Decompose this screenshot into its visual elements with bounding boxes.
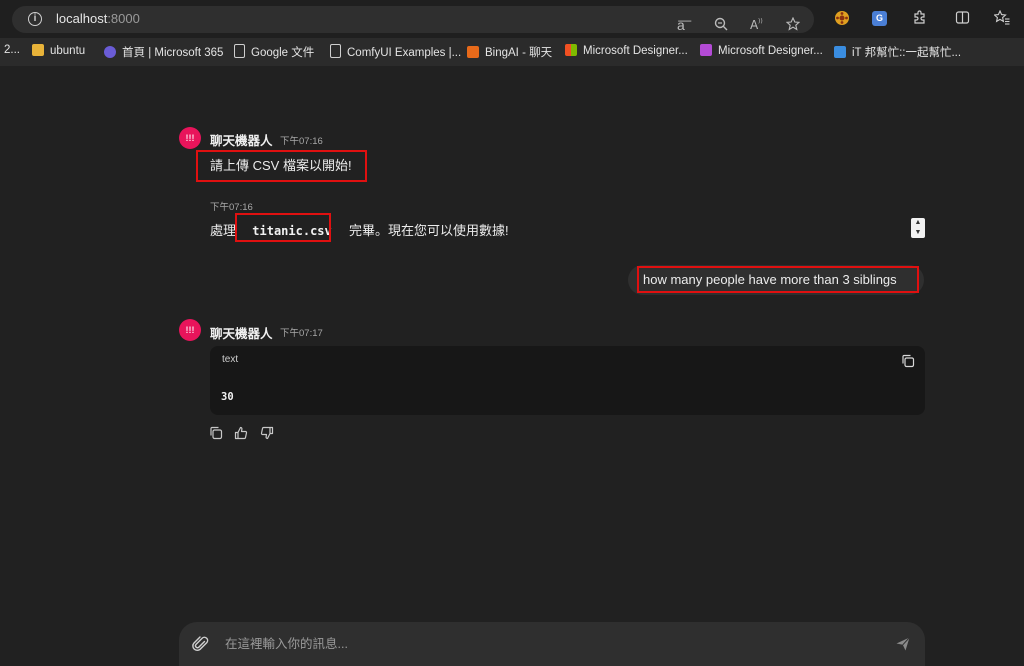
bot-message-text: 請上傳 CSV 檔案以開始! xyxy=(210,158,352,173)
split-screen-icon[interactable] xyxy=(955,10,970,29)
bookmark-label: Microsoft Designer... xyxy=(583,45,688,57)
bot-name: 聊天機器人 xyxy=(210,134,273,148)
folder-icon xyxy=(32,44,44,56)
designer-icon xyxy=(700,44,712,56)
extension-film-icon[interactable] xyxy=(834,10,850,30)
attach-file-icon[interactable] xyxy=(192,635,210,653)
bookmark-item[interactable]: 2... xyxy=(4,44,20,56)
url-host: localhost xyxy=(56,11,108,26)
thumbs-up-icon[interactable] xyxy=(234,426,248,440)
bookmark-item[interactable]: ubuntu xyxy=(32,44,85,57)
chevron-down-icon[interactable]: ▼ xyxy=(911,228,925,238)
read-aloud-icon[interactable]: a͞ xyxy=(677,17,685,33)
bookmark-item[interactable]: BingAI - 聊天 xyxy=(467,44,552,60)
svg-text:)): )) xyxy=(758,18,763,25)
bookmark-label: iT 邦幫忙::一起幫忙... xyxy=(852,47,962,59)
message-text-after: 完畢。現在您可以使用數據! xyxy=(349,223,509,238)
bookmark-label: ubuntu xyxy=(50,45,86,57)
bookmark-item[interactable]: Microsoft Designer... xyxy=(700,44,823,57)
copy-message-icon[interactable] xyxy=(209,426,223,440)
bookmark-label: 首頁 | Microsoft 365 xyxy=(122,47,224,59)
microsoft365-icon xyxy=(104,46,116,58)
code-block: text 30 xyxy=(210,346,925,415)
message-text-before: 處理 xyxy=(210,223,237,238)
url-port: :8000 xyxy=(107,11,140,26)
copy-code-icon[interactable] xyxy=(901,354,915,368)
thumbs-down-icon[interactable] xyxy=(260,426,274,440)
scroll-stepper[interactable]: ▲ ▼ xyxy=(911,218,925,238)
bookmark-item[interactable]: Google 文件 xyxy=(234,44,314,60)
extensions-puzzle-icon[interactable] xyxy=(912,10,927,29)
bookmark-label: ComfyUI Examples |... xyxy=(347,47,462,59)
browser-toolbar: i localhost:8000 a͞ A)) G xyxy=(0,0,1024,38)
bookmark-label: 2... xyxy=(4,44,20,56)
message-composer xyxy=(179,622,925,666)
bookmark-item[interactable]: 首頁 | Microsoft 365 xyxy=(104,44,223,60)
bot-name: 聊天機器人 xyxy=(210,327,273,341)
message-input[interactable] xyxy=(223,633,847,655)
extension-translate-icon[interactable]: G xyxy=(872,11,887,26)
code-language-label: text xyxy=(222,354,239,365)
bot-avatar: !!! xyxy=(179,319,201,341)
bookmark-item[interactable]: ComfyUI Examples |... xyxy=(330,44,461,59)
address-bar[interactable]: i localhost:8000 a͞ A)) xyxy=(12,6,814,33)
code-output: 30 xyxy=(221,391,234,403)
favorite-star-icon[interactable] xyxy=(785,16,801,34)
address-url[interactable]: localhost:8000 xyxy=(56,11,140,26)
browser-chrome: i localhost:8000 a͞ A)) G 2... ubuntu 首頁… xyxy=(0,0,1024,66)
favorites-icon[interactable] xyxy=(993,9,1010,29)
message-timestamp: 下午07:16 xyxy=(210,202,253,213)
zoom-icon[interactable] xyxy=(714,17,728,34)
bot-avatar: !!! xyxy=(179,127,201,149)
immersive-reader-icon[interactable]: A)) xyxy=(750,17,764,34)
document-icon xyxy=(330,44,341,58)
bing-icon xyxy=(467,46,479,58)
bookmark-item[interactable]: iT 邦幫忙::一起幫忙... xyxy=(834,44,961,60)
highlight-box xyxy=(235,213,331,242)
send-icon[interactable] xyxy=(895,636,911,652)
bookmark-label: Microsoft Designer... xyxy=(718,45,823,57)
bookmarks-bar: 2... ubuntu 首頁 | Microsoft 365 Google 文件… xyxy=(0,38,1024,64)
bookmark-label: Google 文件 xyxy=(251,47,315,59)
ithome-icon xyxy=(834,46,846,58)
bookmark-item[interactable]: Microsoft Designer... xyxy=(565,44,688,57)
bookmark-label: BingAI - 聊天 xyxy=(485,47,553,59)
site-info-icon[interactable]: i xyxy=(28,12,42,26)
chevron-up-icon[interactable]: ▲ xyxy=(911,218,925,228)
user-message-text: how many people have more than 3 sibling… xyxy=(643,272,897,287)
chat-area: !!! 聊天機器人 下午07:16 請上傳 CSV 檔案以開始! 下午07:16… xyxy=(0,66,1024,666)
microsoft-logo-icon xyxy=(565,44,577,56)
message-timestamp: 下午07:17 xyxy=(280,328,323,339)
document-icon xyxy=(234,44,245,58)
message-timestamp: 下午07:16 xyxy=(280,136,323,147)
